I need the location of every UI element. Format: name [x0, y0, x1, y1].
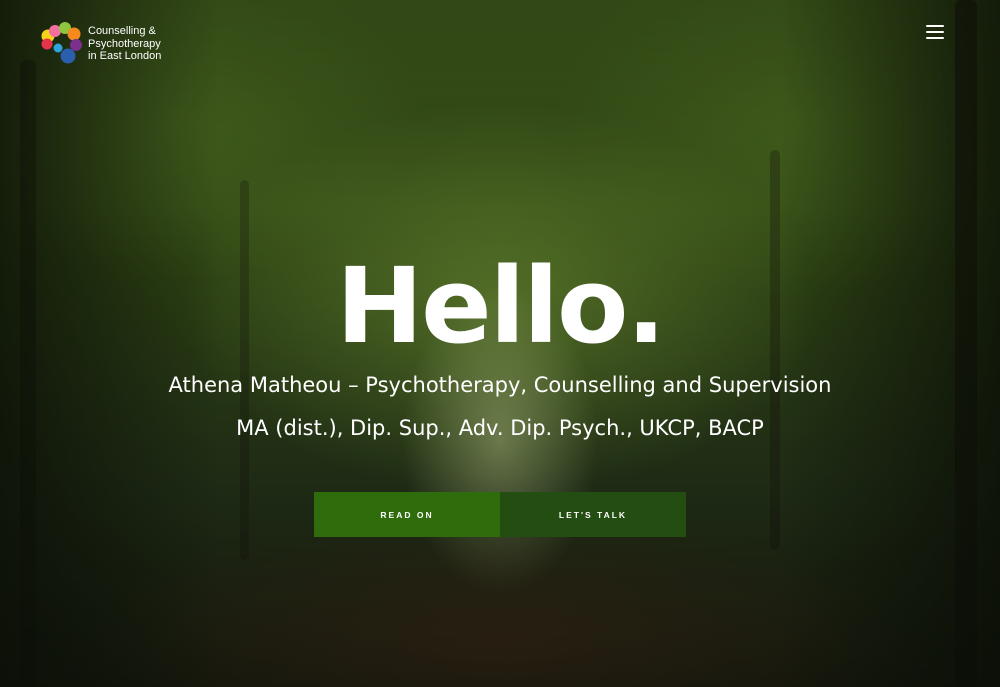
site-logo[interactable]: Counselling & Psychotherapy in East Lond… — [40, 22, 161, 66]
logo-text-line: in East London — [88, 50, 162, 63]
logo-text-line: Counselling & — [88, 25, 156, 38]
lets-talk-button[interactable]: LET'S TALK — [500, 492, 686, 537]
logo-text-line: Psychotherapy — [88, 37, 161, 50]
hero-title: Hello. — [336, 245, 666, 367]
hero-subtitle: Athena Matheou – Psychotherapy, Counsell… — [168, 373, 832, 397]
logo-text: Counselling & Psychotherapy in East Lond… — [88, 25, 161, 63]
hero-credentials: MA (dist.), Dip. Sup., Adv. Dip. Psych.,… — [236, 416, 764, 440]
logo-mark-icon — [41, 22, 82, 64]
hamburger-icon[interactable] — [926, 25, 944, 40]
read-on-button[interactable]: READ ON — [314, 492, 500, 537]
